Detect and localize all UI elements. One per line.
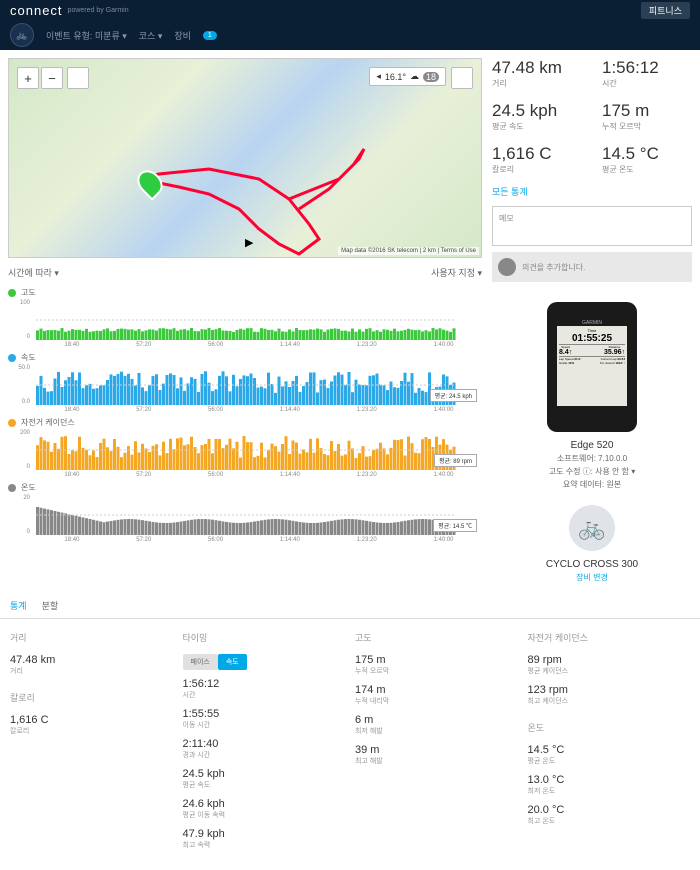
details-cadence-title: 자전거 케이던스	[528, 631, 691, 644]
map-credits: Map data ©2016 SK telecom | 2 km | Terms…	[338, 247, 479, 255]
chart-dot-icon	[8, 419, 16, 427]
weather-badge: 18	[423, 72, 439, 82]
nav-fitness[interactable]: 피트니스	[641, 2, 690, 19]
stat-value: 24.5 kph	[492, 101, 582, 121]
details-distance-title: 거리	[10, 631, 173, 644]
device-image: GARMIN Time 01:55:25 Speed8.4↑ Distance3…	[547, 302, 637, 432]
gear-count-badge: 1	[203, 31, 217, 40]
zoom-out-button[interactable]: −	[41, 67, 63, 89]
toggle-pace[interactable]: 페이스	[183, 654, 218, 670]
app-header: connect powered by Garmin 피트니스	[0, 0, 700, 20]
comment-input[interactable]: 의견을 추가합니다.	[492, 252, 692, 282]
avatar-icon	[498, 258, 516, 276]
chart-dot-icon	[8, 484, 16, 492]
chart-dot-icon	[8, 354, 16, 362]
stat-label: 거리	[492, 78, 582, 89]
weather-widget[interactable]: ◂ 16.1° ☁ 18	[369, 67, 446, 86]
toggle-speed[interactable]: 속도	[218, 654, 247, 670]
gear-link[interactable]: 장비	[174, 29, 191, 42]
chart-avg-badge: 평균: 14.5 ℃	[433, 519, 477, 532]
stat-value: 1,616 C	[492, 144, 582, 164]
tab-splits[interactable]: 분할	[42, 599, 59, 612]
tagline: powered by Garmin	[68, 7, 129, 14]
stat-label: 칼로리	[492, 164, 582, 175]
device-summary: 요약 데이터: 원본	[492, 479, 692, 490]
layers-button[interactable]	[67, 67, 89, 89]
details-timing-title: 타이밍	[183, 631, 346, 644]
map[interactable]: + − ◂ 16.1° ☁ 18 ▶ Map data ©2016 SK tel…	[8, 58, 482, 258]
details-temp-title: 온도	[528, 721, 691, 734]
device-software: 소프트웨어: 7.10.0.0	[492, 453, 692, 464]
chart-온도: 온도 200 평균: 14.5 ℃ 18:4057:2056:001:14:40…	[8, 482, 482, 543]
course-dropdown[interactable]: 코스 ▾	[139, 29, 163, 42]
stat-label: 시간	[602, 78, 692, 89]
chart-avg-badge: 평균: 89 rpm	[434, 454, 477, 467]
details-elevation-title: 고도	[355, 631, 518, 644]
stat-value: 175 m	[602, 101, 692, 121]
fullscreen-button[interactable]	[451, 67, 473, 89]
chevron-left-icon: ◂	[376, 71, 381, 82]
activity-subheader: 🚲 이벤트 유형: 미분류 ▾ 코스 ▾ 장비 1	[0, 20, 700, 50]
chart-속도: 속도 50.00.0 평균: 24.5 kph 18:4057:2056:001…	[8, 352, 482, 413]
all-stats-link[interactable]: 모든 통계	[492, 185, 692, 198]
play-route-button[interactable]: ▶	[245, 236, 253, 249]
chart-dot-icon	[8, 289, 16, 297]
chart-자전거 케이던스: 자전거 케이던스 2000 평균: 89 rpm 18:4057:2056:00…	[8, 417, 482, 478]
logo: connect	[10, 3, 63, 18]
stat-value: 1:56:12	[602, 58, 692, 78]
detail-tabs: 통계 분할	[0, 591, 700, 619]
bike-icon: 🚲	[569, 505, 615, 551]
chart-고도: 고도 1000 18:4057:2056:001:14:401:23:201:4…	[8, 287, 482, 348]
stat-value: 14.5 °C	[602, 144, 692, 164]
activity-type-icon[interactable]: 🚲	[10, 23, 34, 47]
tab-stats[interactable]: 통계	[10, 599, 27, 612]
chart-avg-badge: 평균: 24.5 kph	[430, 389, 477, 402]
stat-value: 47.48 km	[492, 58, 582, 78]
map-temperature: 16.1°	[385, 72, 406, 82]
chart-xaxis-dropdown[interactable]: 시간에 따라 ▾	[8, 266, 59, 279]
details-calories-title: 칼로리	[10, 691, 173, 704]
stat-label: 누적 오르막	[602, 121, 692, 132]
change-gear-link[interactable]: 장비 변경	[492, 572, 692, 583]
bike-name: CYCLO CROSS 300	[492, 559, 692, 570]
memo-input[interactable]: 메모	[492, 206, 692, 246]
device-elevation[interactable]: 고도 수정 ⓘ: 사용 안 함 ▾	[492, 466, 692, 477]
event-type-dropdown[interactable]: 이벤트 유형: 미분류 ▾	[46, 29, 127, 42]
zoom-in-button[interactable]: +	[17, 67, 39, 89]
comment-placeholder: 의견을 추가합니다.	[522, 262, 585, 273]
device-section: GARMIN Time 01:55:25 Speed8.4↑ Distance3…	[492, 302, 692, 583]
stat-label: 평균 속도	[492, 121, 582, 132]
summary-stats: 47.48 km거리 1:56:12시간 24.5 kph평균 속도 175 m누적 …	[492, 58, 692, 175]
device-name: Edge 520	[492, 440, 692, 451]
chart-custom-dropdown[interactable]: 사용자 지정 ▾	[431, 266, 482, 279]
cloud-icon: ☁	[410, 71, 419, 82]
stat-label: 평균 온도	[602, 164, 692, 175]
